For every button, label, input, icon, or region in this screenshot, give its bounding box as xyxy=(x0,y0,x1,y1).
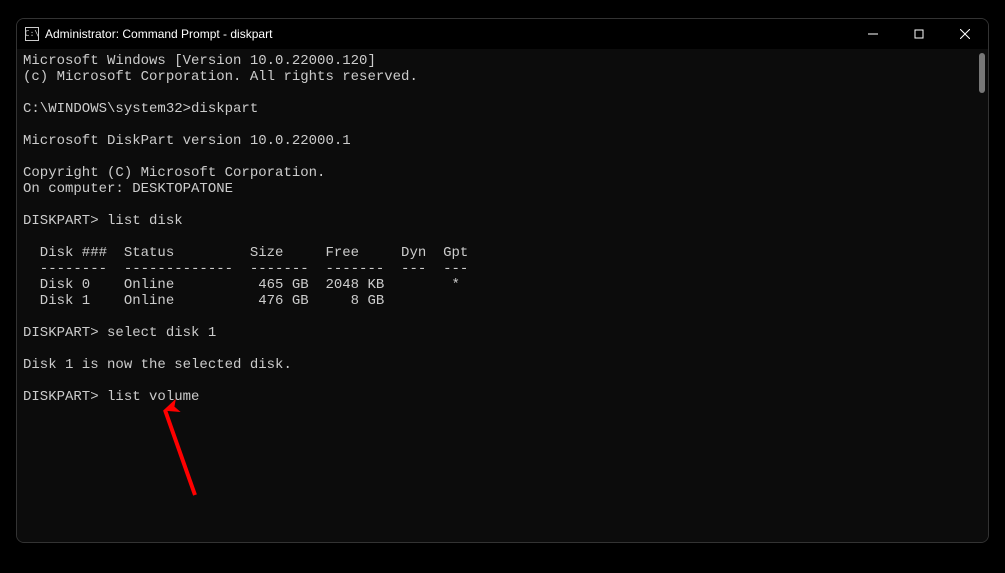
close-icon xyxy=(960,29,970,39)
window-controls xyxy=(850,19,988,49)
cmd-icon: C:\ xyxy=(25,27,39,41)
terminal-body: Microsoft Windows [Version 10.0.22000.12… xyxy=(17,49,988,542)
window-title: Administrator: Command Prompt - diskpart xyxy=(45,27,272,41)
scrollbar[interactable] xyxy=(974,49,988,542)
maximize-icon xyxy=(914,29,924,39)
maximize-button[interactable] xyxy=(896,19,942,49)
minimize-button[interactable] xyxy=(850,19,896,49)
scroll-thumb[interactable] xyxy=(979,53,985,93)
command-prompt-window: C:\ Administrator: Command Prompt - disk… xyxy=(16,18,989,543)
minimize-icon xyxy=(868,29,878,39)
title-left: C:\ Administrator: Command Prompt - disk… xyxy=(17,27,850,41)
close-button[interactable] xyxy=(942,19,988,49)
titlebar[interactable]: C:\ Administrator: Command Prompt - disk… xyxy=(17,19,988,49)
terminal-output[interactable]: Microsoft Windows [Version 10.0.22000.12… xyxy=(17,49,974,542)
